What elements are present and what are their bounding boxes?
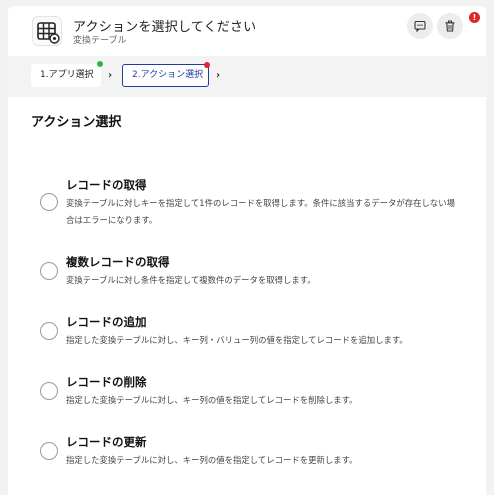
radio-button[interactable]	[40, 382, 58, 400]
action-select-panel: アクションを選択してください 変換テーブル ! 1.アプリ選択 › 2.アクショ…	[8, 6, 486, 495]
step-error-dot	[204, 62, 210, 68]
step-action-select[interactable]: 2.アクション選択	[122, 62, 210, 87]
option-description: 変換テーブルに対しキーを指定して1件のレコードを取得します。条件に該当するデータ…	[66, 198, 455, 225]
chevron-right-icon: ›	[108, 70, 113, 81]
trash-icon	[445, 20, 455, 32]
page-subtitle: 変換テーブル	[73, 36, 127, 46]
option-title: レコードの取得	[66, 178, 147, 192]
delete-button[interactable]	[437, 13, 463, 39]
radio-button[interactable]	[40, 262, 58, 280]
message-button[interactable]	[407, 13, 433, 39]
alert-badge: !	[469, 12, 480, 23]
step-app-select[interactable]: 1.アプリ選択	[31, 61, 103, 87]
option-description: 変換テーブルに対し条件を指定して複数件のデータを取得します。	[66, 275, 316, 285]
step-label: 1.アプリ選択	[40, 70, 94, 80]
option-title: レコードの削除	[66, 375, 147, 389]
step-bar: 1.アプリ選択 › 2.アクション選択 ›	[8, 56, 486, 97]
option-description: 指定した変換テーブルに対し、キー列・バリュー列の値を指定してレコードを追加します…	[66, 335, 408, 345]
header: アクションを選択してください 変換テーブル !	[8, 6, 486, 56]
chevron-right-icon: ›	[216, 70, 221, 81]
radio-button[interactable]	[40, 322, 58, 340]
radio-button[interactable]	[40, 193, 58, 211]
step-label: 2.アクション選択	[132, 70, 204, 80]
message-icon	[414, 20, 426, 32]
table-gear-icon	[32, 16, 62, 46]
step-complete-dot	[97, 61, 103, 67]
option-title: 複数レコードの取得	[66, 255, 170, 269]
option-title: レコードの追加	[66, 315, 147, 329]
option-title: レコードの更新	[66, 435, 147, 449]
option-description: 指定した変換テーブルに対し、キー列の値を指定してレコードを更新します。	[66, 455, 358, 465]
option-description: 指定した変換テーブルに対し、キー列の値を指定してレコードを削除します。	[66, 395, 358, 405]
radio-button[interactable]	[40, 442, 58, 460]
section-title: アクション選択	[31, 115, 122, 130]
